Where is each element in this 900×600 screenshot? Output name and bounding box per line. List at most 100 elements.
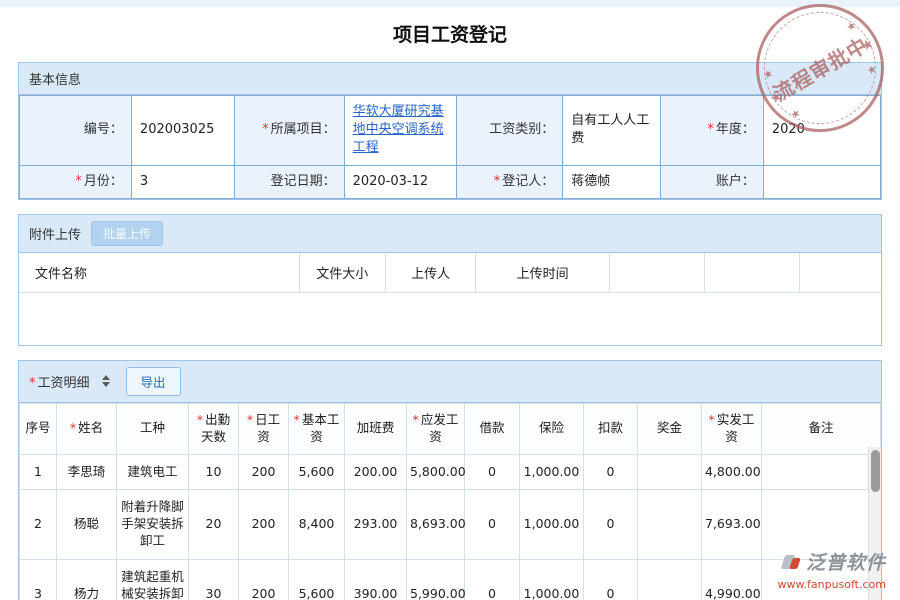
attachment-table: 文件名称文件大小上传人上传时间 — [19, 253, 881, 293]
attachment-title: 附件上传 — [29, 224, 81, 243]
salary-cell — [762, 454, 881, 490]
field-value-salary-type: 自有工人人工费 — [563, 96, 660, 166]
vendor-logo: 泛普软件 — [781, 548, 886, 575]
sort-desc-icon — [102, 382, 110, 387]
salary-cell: 1,000.00 — [520, 490, 584, 560]
salary-row[interactable]: 3杨力建筑起重机械安装拆卸工302005,600390.005,990.0001… — [20, 560, 881, 600]
salary-cell: 0 — [465, 490, 520, 560]
attachment-col-header: 上传时间 — [476, 253, 610, 293]
attachment-col-header: 文件大小 — [299, 253, 385, 293]
attachment-header-row: 文件名称文件大小上传人上传时间 — [19, 253, 881, 293]
salary-cell: 200.00 — [345, 454, 407, 490]
field-label-text: 登记人： — [502, 174, 554, 189]
field-value-code: 202003025 — [131, 96, 234, 166]
basic-info-row-2: *月份： 3 登记日期： 2020-03-12 *登记人： 蒋德帧 账户： — [20, 165, 881, 198]
salary-cell: 8,693.00 — [407, 490, 465, 560]
salary-cell: 20 — [189, 490, 239, 560]
salary-cell: 200 — [239, 454, 289, 490]
attachment-header: 附件上传 批量上传 — [19, 215, 881, 253]
salary-cell: 3 — [20, 560, 57, 600]
sort-icon[interactable] — [102, 375, 110, 387]
field-value-register-date: 2020-03-12 — [344, 165, 456, 198]
page-title: 项目工资登记 — [0, 7, 900, 62]
salary-cell: 4,990.00 — [702, 560, 762, 600]
salary-col-header: 加班费 — [345, 403, 407, 454]
required-mark: * — [75, 174, 82, 189]
basic-info-row-1: 编号： 202003025 *所属项目： 华软大厦研究基地中央空调系统工程 工资… — [20, 96, 881, 166]
field-label-text: 账户： — [716, 174, 755, 189]
salary-col-header: *实发工资 — [702, 403, 762, 454]
vendor-logo-icon — [781, 553, 801, 571]
salary-cell: 8,400 — [289, 490, 345, 560]
basic-info-header: 基本信息 — [19, 63, 881, 95]
field-label-year: *年度： — [660, 96, 763, 166]
field-label-text: 登记日期： — [271, 174, 336, 189]
salary-col-header: 序号 — [20, 403, 57, 454]
salary-row[interactable]: 2杨聪附着升降脚手架安装拆卸工202008,400293.008,693.000… — [20, 490, 881, 560]
scrollbar-thumb[interactable] — [871, 450, 880, 492]
salary-cell: 5,600 — [289, 454, 345, 490]
field-label-account: 账户： — [660, 165, 763, 198]
salary-cell: 杨力 — [57, 560, 117, 600]
salary-cell: 0 — [584, 560, 638, 600]
salary-details-title: *工资明细 — [29, 372, 90, 391]
salary-cell: 杨聪 — [57, 490, 117, 560]
salary-table-body: 1李思琦建筑电工102005,600200.005,800.0001,000.0… — [20, 454, 881, 600]
salary-cell — [638, 490, 702, 560]
required-mark: * — [413, 412, 419, 427]
salary-col-header: *日工资 — [239, 403, 289, 454]
salary-col-header: 工种 — [117, 403, 189, 454]
salary-details-title-text: 工资明细 — [38, 376, 90, 391]
salary-cell: 10 — [189, 454, 239, 490]
attachment-col-header: 文件名称 — [19, 253, 299, 293]
salary-col-header: 保险 — [520, 403, 584, 454]
vendor-brand-text: 泛普软件 — [806, 548, 886, 575]
required-mark: * — [709, 412, 715, 427]
salary-cell: 建筑起重机械安装拆卸工 — [117, 560, 189, 600]
salary-cell — [638, 560, 702, 600]
salary-cell: 0 — [584, 490, 638, 560]
salary-cell: 0 — [584, 454, 638, 490]
field-value-account — [763, 165, 880, 198]
salary-cell: 0 — [465, 454, 520, 490]
salary-cell: 1,000.00 — [520, 560, 584, 600]
batch-upload-button[interactable]: 批量上传 — [91, 221, 163, 246]
salary-cell: 200 — [239, 560, 289, 600]
required-mark: * — [247, 412, 253, 427]
attachment-panel: 附件上传 批量上传 文件名称文件大小上传人上传时间 — [18, 214, 882, 346]
salary-cell: 1 — [20, 454, 57, 490]
required-mark: * — [294, 412, 300, 427]
basic-info-title: 基本信息 — [29, 69, 81, 88]
salary-cell: 7,693.00 — [702, 490, 762, 560]
field-label-salary-type: 工资类别： — [456, 96, 563, 166]
field-label-text: 月份： — [84, 174, 123, 189]
required-mark: * — [29, 376, 36, 391]
salary-row[interactable]: 1李思琦建筑电工102005,600200.005,800.0001,000.0… — [20, 454, 881, 490]
salary-details-header: *工资明细 导出 — [19, 361, 881, 403]
salary-cell: 4,800.00 — [702, 454, 762, 490]
salary-col-header: *基本工资 — [289, 403, 345, 454]
field-value-project: 华软大厦研究基地中央空调系统工程 — [344, 96, 456, 166]
field-label-project: *所属项目： — [235, 96, 344, 166]
project-link[interactable]: 华软大厦研究基地中央空调系统工程 — [353, 104, 444, 155]
salary-col-header: *应发工资 — [407, 403, 465, 454]
export-button[interactable]: 导出 — [126, 367, 181, 396]
field-value-year: 2020 — [763, 96, 880, 166]
required-mark: * — [262, 122, 269, 137]
salary-col-header: *出勤天数 — [189, 403, 239, 454]
salary-col-header: 借款 — [465, 403, 520, 454]
salary-cell: 0 — [465, 560, 520, 600]
field-label-register-date: 登记日期： — [235, 165, 344, 198]
salary-cell: 293.00 — [345, 490, 407, 560]
vertical-scrollbar[interactable] — [868, 447, 881, 600]
salary-cell: 附着升降脚手架安装拆卸工 — [117, 490, 189, 560]
vendor-url[interactable]: www.fanpusoft.com — [778, 578, 886, 591]
attachment-col-header-empty — [799, 253, 881, 293]
field-value-month: 3 — [131, 165, 234, 198]
basic-info-panel: 基本信息 编号： 202003025 *所属项目： 华软大厦研究基地中央空调系统… — [18, 62, 882, 200]
salary-cell: 5,990.00 — [407, 560, 465, 600]
field-label-text: 所属项目： — [271, 122, 336, 137]
salary-col-header: *姓名 — [57, 403, 117, 454]
salary-cell: 5,600 — [289, 560, 345, 600]
field-label-text: 工资类别： — [489, 122, 554, 137]
